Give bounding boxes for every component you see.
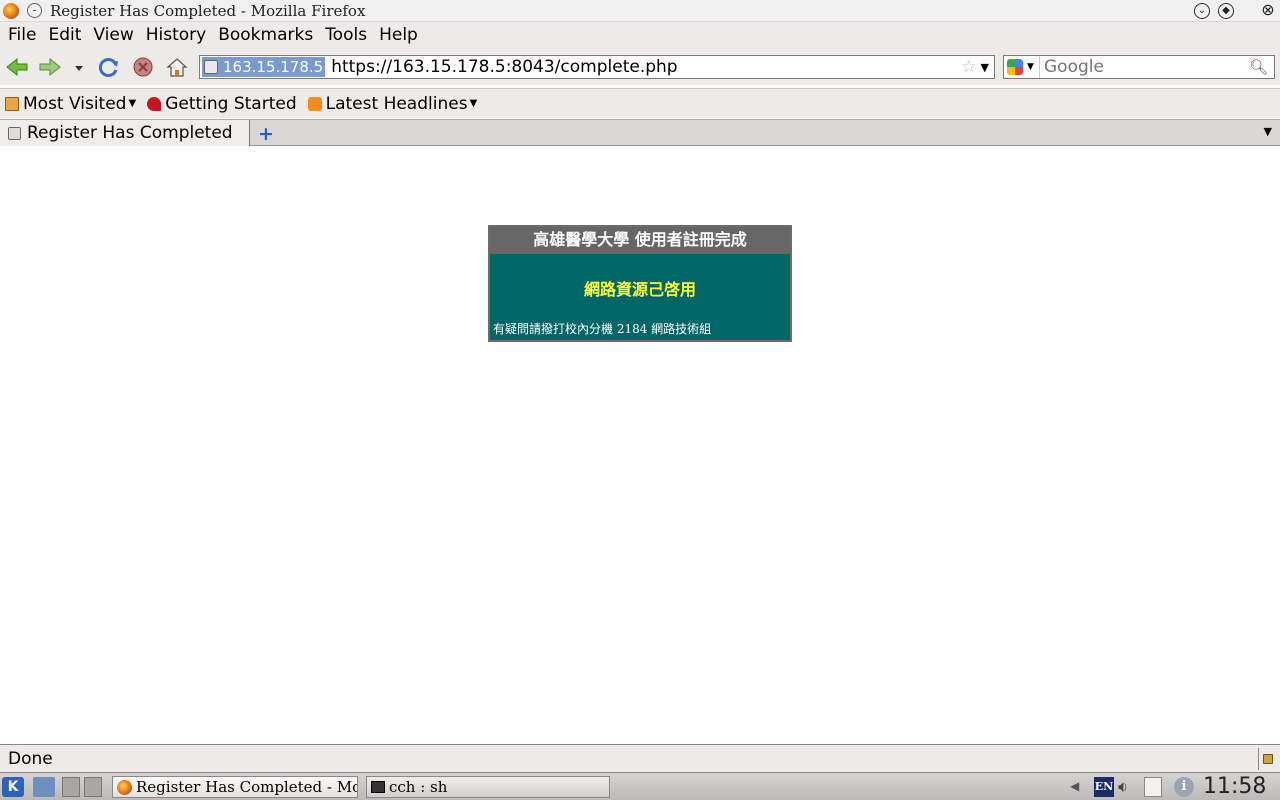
clock[interactable]: 11:58 — [1203, 774, 1266, 799]
panel-header: 高雄醫學大學 使用者註冊完成 — [490, 227, 790, 254]
bookmarks-toolbar: Most Visited ▼ Getting Started Latest He… — [0, 88, 1280, 118]
menu-bookmarks[interactable]: Bookmarks — [218, 25, 313, 45]
taskbar: K Register Has Completed - Mozilla Firef… — [0, 772, 1280, 800]
menu-history[interactable]: History — [146, 25, 206, 45]
firefox-icon — [117, 779, 132, 795]
url-bar[interactable]: 163.15.178.5 https://163.15.178.5:8043/c… — [199, 55, 995, 79]
status-text: Done — [8, 748, 53, 769]
window-title: Register Has Completed - Mozilla Firefox — [50, 1, 366, 20]
menubar: File Edit View History Bookmarks Tools H… — [0, 22, 1280, 48]
search-box[interactable]: ▼ 🔍︎ — [1003, 55, 1275, 79]
menu-tools[interactable]: Tools — [325, 25, 367, 45]
desktop-pager-1[interactable] — [62, 777, 80, 797]
tab-strip: Register Has Completed + ▼ — [0, 119, 1280, 146]
bookmark-latest-headlines[interactable]: Latest Headlines ▼ — [307, 93, 478, 114]
bookmark-getting-started[interactable]: Getting Started — [147, 93, 297, 114]
window-menu-icon[interactable] — [27, 3, 42, 18]
url-dropdown-icon[interactable]: ▼ — [981, 61, 989, 74]
bookmark-getting-started-label: Getting Started — [165, 93, 297, 114]
maximize-icon[interactable]: ◆ — [1218, 3, 1234, 19]
tray-expand-icon[interactable]: ◀ — [1070, 779, 1079, 793]
status-bar: Done — [0, 744, 1280, 772]
new-tab-icon[interactable]: + — [258, 123, 274, 145]
keyboard-layout-indicator[interactable]: EN — [1094, 777, 1114, 797]
tab-label: Register Has Completed — [27, 123, 233, 143]
tab-register-has-completed[interactable]: Register Has Completed — [0, 120, 250, 146]
taskbar-item-terminal-label: cch : sh — [389, 778, 448, 796]
taskbar-item-terminal[interactable]: cch : sh — [366, 776, 610, 798]
folder-icon — [5, 96, 19, 111]
page-content: 高雄醫學大學 使用者註冊完成 網路資源己啓用 有疑問請撥打校內分機 2184 網… — [0, 146, 1280, 744]
search-input[interactable] — [1044, 57, 1249, 77]
list-all-tabs-icon[interactable]: ▼ — [1264, 125, 1272, 138]
bookmark-latest-headlines-label: Latest Headlines — [325, 93, 468, 114]
menu-help[interactable]: Help — [379, 25, 418, 45]
show-desktop-icon[interactable] — [33, 777, 55, 797]
terminal-icon — [371, 781, 385, 793]
clipboard-icon[interactable] — [1144, 777, 1162, 797]
contact-info: 有疑問請撥打校內分機 2184 網路技術組 — [493, 322, 712, 336]
bookmark-most-visited-label: Most Visited — [23, 93, 127, 114]
reload-icon[interactable] — [97, 56, 121, 78]
search-icon[interactable]: 🔍︎ — [1249, 58, 1268, 76]
taskbar-item-firefox[interactable]: Register Has Completed - Mozilla Firefox — [112, 776, 358, 798]
stop-icon[interactable] — [131, 56, 155, 78]
minimize-icon[interactable]: ⌄ — [1194, 3, 1210, 19]
firefox-icon[interactable] — [3, 2, 19, 19]
site-identity-button[interactable]: 163.15.178.5 — [202, 57, 326, 77]
bookmark-most-visited[interactable]: Most Visited ▼ — [5, 94, 136, 114]
bookmark-star-icon[interactable]: ☆ — [961, 57, 976, 77]
taskbar-item-firefox-label: Register Has Completed - Mozilla Firefox — [136, 778, 357, 796]
network-enabled-message: 網路資源己啓用 — [583, 280, 696, 299]
back-arrow-icon[interactable] — [5, 56, 29, 78]
chevron-down-icon: ▼ — [128, 98, 137, 109]
site-page-icon — [204, 60, 218, 74]
history-dropdown-icon[interactable] — [72, 56, 86, 78]
site-identity-label: 163.15.178.5 — [223, 58, 324, 76]
close-icon[interactable]: ⊗ — [1260, 2, 1276, 19]
page-icon — [8, 126, 21, 140]
window-titlebar: Register Has Completed - Mozilla Firefox… — [0, 0, 1280, 22]
registration-complete-panel: 高雄醫學大學 使用者註冊完成 網路資源己啓用 有疑問請撥打校內分機 2184 網… — [488, 225, 792, 342]
home-icon[interactable] — [165, 56, 189, 78]
info-icon[interactable]: i — [1174, 777, 1194, 797]
volume-icon[interactable]: 🔉︎ — [1118, 777, 1128, 797]
menu-file[interactable]: File — [8, 25, 36, 45]
forward-arrow-icon[interactable] — [38, 56, 62, 78]
security-lock-icon[interactable] — [1258, 747, 1276, 770]
firefox-getting-started-icon — [147, 96, 162, 111]
chevron-down-icon: ▼ — [1027, 62, 1034, 72]
rss-icon — [307, 96, 322, 111]
menu-view[interactable]: View — [93, 25, 133, 45]
kde-menu-icon[interactable]: K — [2, 777, 24, 797]
window-controls: ⌄ ◆ ⊗ — [1190, 0, 1280, 22]
search-engine-selector[interactable]: ▼ — [1004, 56, 1040, 78]
google-icon — [1007, 59, 1023, 75]
desktop-pager-2[interactable] — [84, 777, 102, 797]
url-text[interactable]: https://163.15.178.5:8043/complete.php — [331, 57, 961, 77]
chevron-down-icon: ▼ — [469, 98, 478, 109]
menu-edit[interactable]: Edit — [48, 25, 81, 45]
